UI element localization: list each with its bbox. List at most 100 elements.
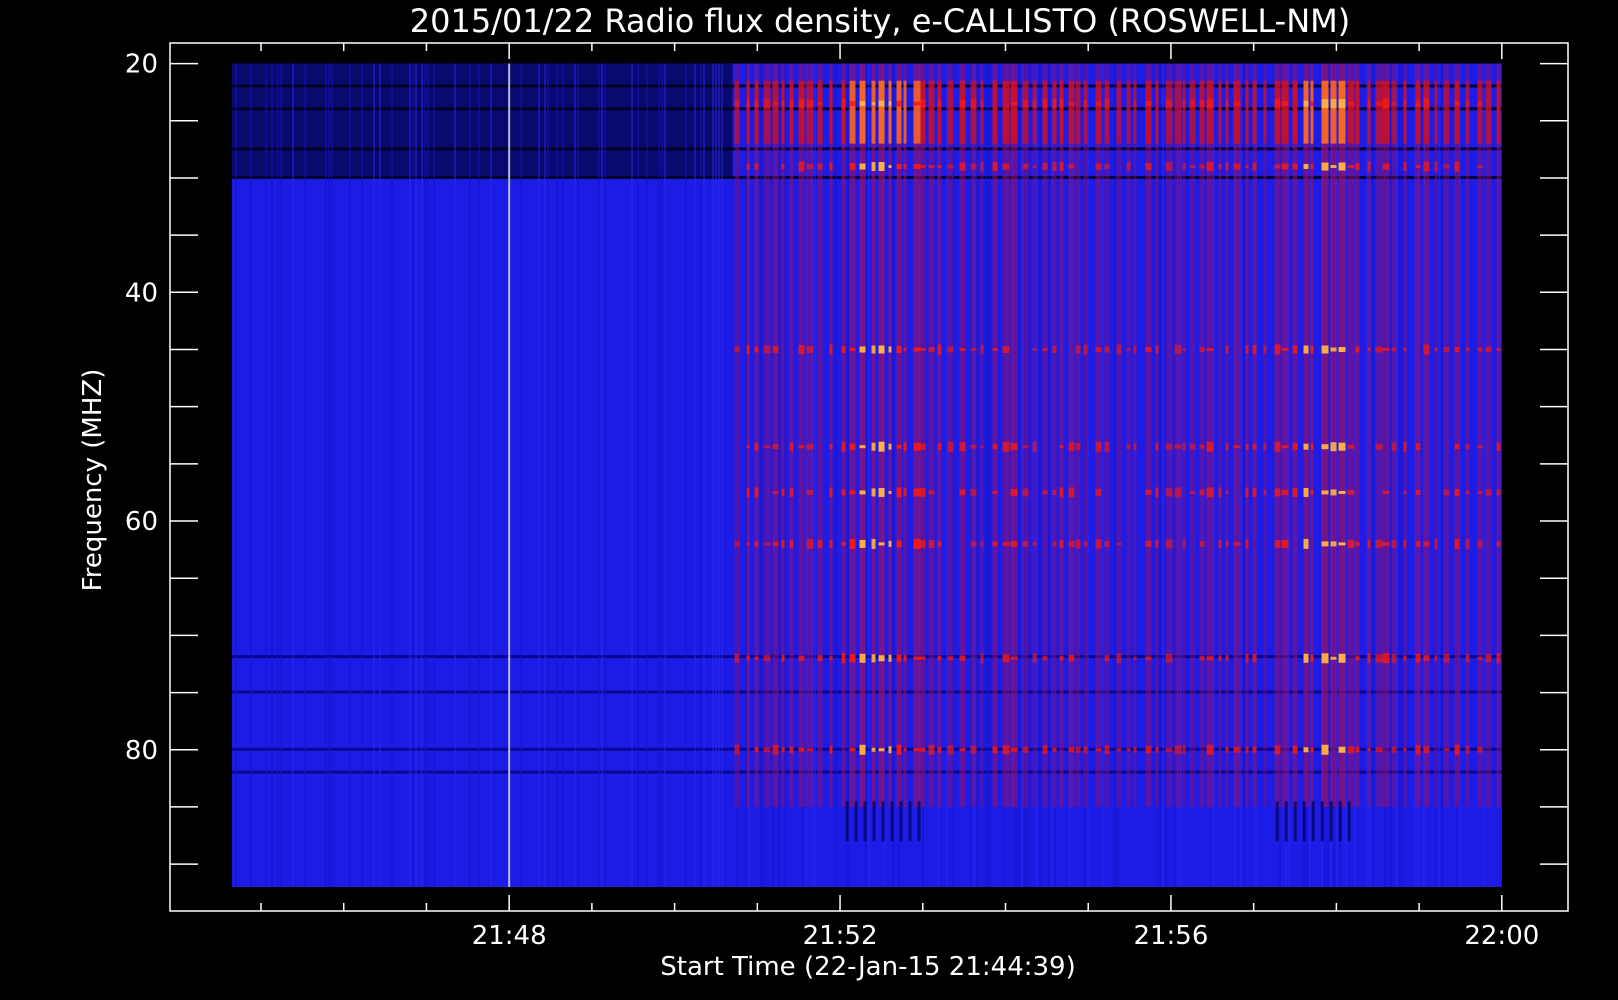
quiet-interference-region <box>232 63 733 178</box>
burst-spot <box>789 746 794 754</box>
burst-spot <box>1477 490 1483 494</box>
burst-top-segment <box>1116 80 1122 144</box>
burst-top-segment <box>1095 80 1102 144</box>
burst-spot <box>878 345 885 354</box>
burst-column <box>841 63 846 807</box>
burst-spot <box>1116 748 1122 752</box>
burst-top-segment <box>1206 80 1214 144</box>
burst-spot <box>754 442 759 451</box>
burst-top-segment <box>920 80 926 144</box>
burst-spot <box>1465 745 1470 754</box>
burst-spot <box>1292 443 1298 451</box>
burst-spot <box>1382 347 1390 351</box>
burst-spot <box>1485 346 1492 352</box>
noise-column <box>703 63 706 887</box>
burst-spot <box>1010 488 1018 496</box>
burst-spot <box>1292 487 1298 497</box>
noise-column <box>556 63 559 887</box>
burst-spot <box>746 487 750 497</box>
noise-column <box>847 63 850 887</box>
burst-spot <box>896 100 902 107</box>
burst-spot <box>1347 746 1355 754</box>
burst-column <box>970 63 977 807</box>
burst-spot <box>781 164 785 170</box>
burst-spot <box>1068 747 1075 753</box>
noise-column <box>1483 63 1486 887</box>
burst-spot <box>992 541 998 547</box>
noise-column <box>1438 63 1441 887</box>
burst-spot <box>970 488 977 496</box>
burst-spot <box>1382 98 1390 109</box>
burst-spot <box>1415 489 1421 495</box>
burst-column <box>1281 63 1289 807</box>
burst-top-segment <box>992 80 998 144</box>
burst-top-segment <box>841 80 846 144</box>
burst-spot <box>806 345 814 353</box>
burst-top-segment <box>1042 80 1048 144</box>
burst-spot <box>1310 654 1314 662</box>
burst-spot <box>1022 99 1029 108</box>
burst-spot <box>1182 347 1186 351</box>
burst-top-segment <box>1189 80 1196 144</box>
burst-top-segment <box>789 80 794 144</box>
burst-spot <box>1042 99 1048 109</box>
burst-spot <box>1330 541 1337 547</box>
burst-spot <box>746 344 750 354</box>
burst-spot <box>1032 99 1037 109</box>
burst-top-segment <box>746 80 750 144</box>
burst-spot <box>806 99 814 108</box>
noise-column <box>646 63 649 887</box>
burst-column <box>1022 63 1029 807</box>
burst-spot <box>817 102 823 106</box>
burst-spot <box>1310 345 1314 354</box>
burst-spot <box>1403 162 1407 172</box>
burst-spot <box>970 745 977 754</box>
burst-spot <box>859 445 866 449</box>
noise-column <box>379 63 382 887</box>
noise-column <box>685 63 688 887</box>
burst-spot <box>970 98 977 109</box>
burst-spot <box>1126 347 1131 351</box>
burst-spot <box>947 441 954 452</box>
burst-spot <box>1330 99 1337 109</box>
burst-spot <box>888 443 892 450</box>
burst-spot <box>1206 347 1214 351</box>
burst-spot <box>1075 746 1081 753</box>
burst-column <box>1218 63 1222 807</box>
burst-spot <box>1206 744 1214 755</box>
noise-column <box>280 63 283 887</box>
burst-spot <box>859 744 866 755</box>
burst-spot <box>1104 346 1110 353</box>
burst-spot <box>1252 162 1257 171</box>
burst-spot <box>1252 654 1257 663</box>
burst-column <box>1434 63 1438 807</box>
burst-spot <box>888 101 892 107</box>
burst-column <box>878 63 885 807</box>
dark-streak <box>845 801 849 842</box>
burst-column <box>806 63 814 807</box>
burst-spot <box>1391 539 1397 548</box>
burst-spot <box>1375 539 1383 548</box>
dark-streak <box>1284 801 1288 842</box>
noise-column <box>715 63 718 887</box>
burst-spot <box>1382 490 1390 494</box>
dark-streak <box>1320 801 1324 842</box>
noise-column <box>760 63 763 887</box>
burst-spot <box>1002 441 1010 452</box>
burst-top-segment <box>1403 80 1407 144</box>
noise-column <box>235 63 238 887</box>
burst-top-segment <box>1391 80 1397 144</box>
burst-spot <box>1263 489 1267 495</box>
burst-spot <box>1382 163 1390 170</box>
burst-top-segment <box>1182 80 1186 144</box>
burst-spot <box>1321 444 1329 450</box>
dark-streak <box>908 801 912 842</box>
burst-spot <box>1496 347 1501 351</box>
burst-spot <box>1321 490 1329 495</box>
burst-top-segment <box>1010 80 1018 144</box>
burst-top-segment <box>1477 80 1483 144</box>
dark-streak <box>899 801 903 842</box>
burst-spot <box>1010 656 1018 660</box>
burst-spot <box>1206 162 1214 172</box>
burst-spot <box>1206 441 1214 452</box>
